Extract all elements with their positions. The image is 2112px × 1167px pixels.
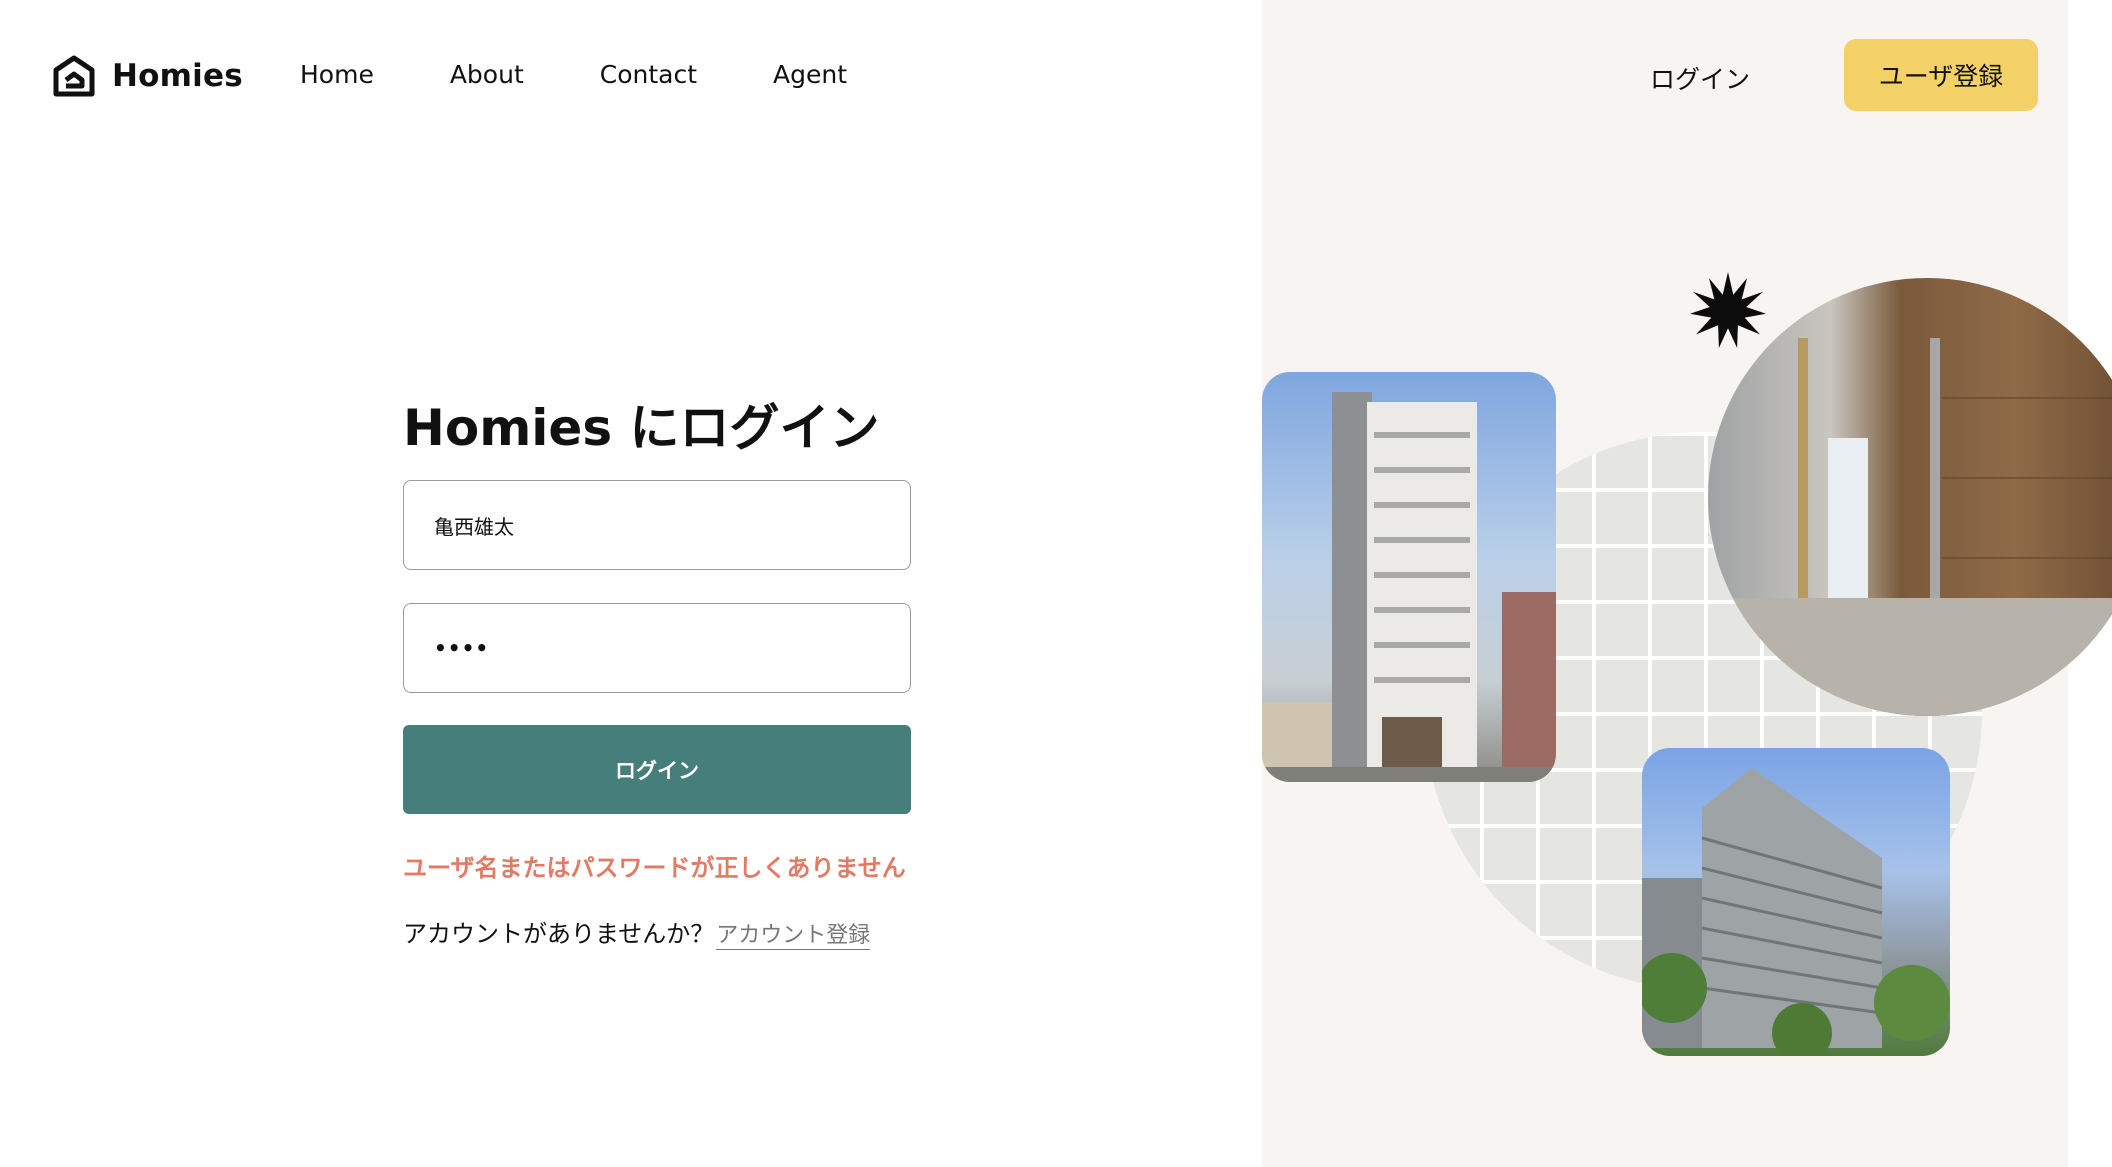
login-error-message: ユーザ名またはパスワードが正しくありません [403, 854, 906, 882]
brand-name: Homies [112, 58, 243, 94]
login-page: Homies Home About Contact Agent ログイン ユーザ… [0, 0, 2112, 1167]
homies-logo-icon [53, 55, 95, 97]
nav-agent[interactable]: Agent [773, 60, 847, 89]
username-input[interactable]: 亀西雄太 [403, 480, 911, 570]
header-login-link[interactable]: ログイン [1650, 60, 1750, 96]
page-title: Homies にログイン [403, 399, 880, 457]
nav-contact[interactable]: Contact [600, 60, 697, 89]
signup-button[interactable]: ユーザ登録 [1844, 39, 2038, 111]
register-prompt: アカウントがありませんか？ アカウント登録 [403, 914, 871, 950]
apartment-building-photo [1262, 372, 1556, 782]
password-input[interactable]: •••• [403, 603, 911, 693]
main-nav: Home About Contact Agent [300, 60, 847, 89]
starburst-icon [1690, 272, 1766, 348]
no-account-text: アカウントがありませんか？ [403, 920, 715, 948]
brand-logo[interactable]: Homies [52, 54, 243, 98]
nav-home[interactable]: Home [300, 60, 374, 89]
register-link[interactable]: アカウント登録 [716, 917, 871, 950]
login-submit-button[interactable]: ログイン [403, 725, 911, 814]
nav-about[interactable]: About [450, 60, 524, 89]
highrise-building-photo [1642, 748, 1950, 1056]
